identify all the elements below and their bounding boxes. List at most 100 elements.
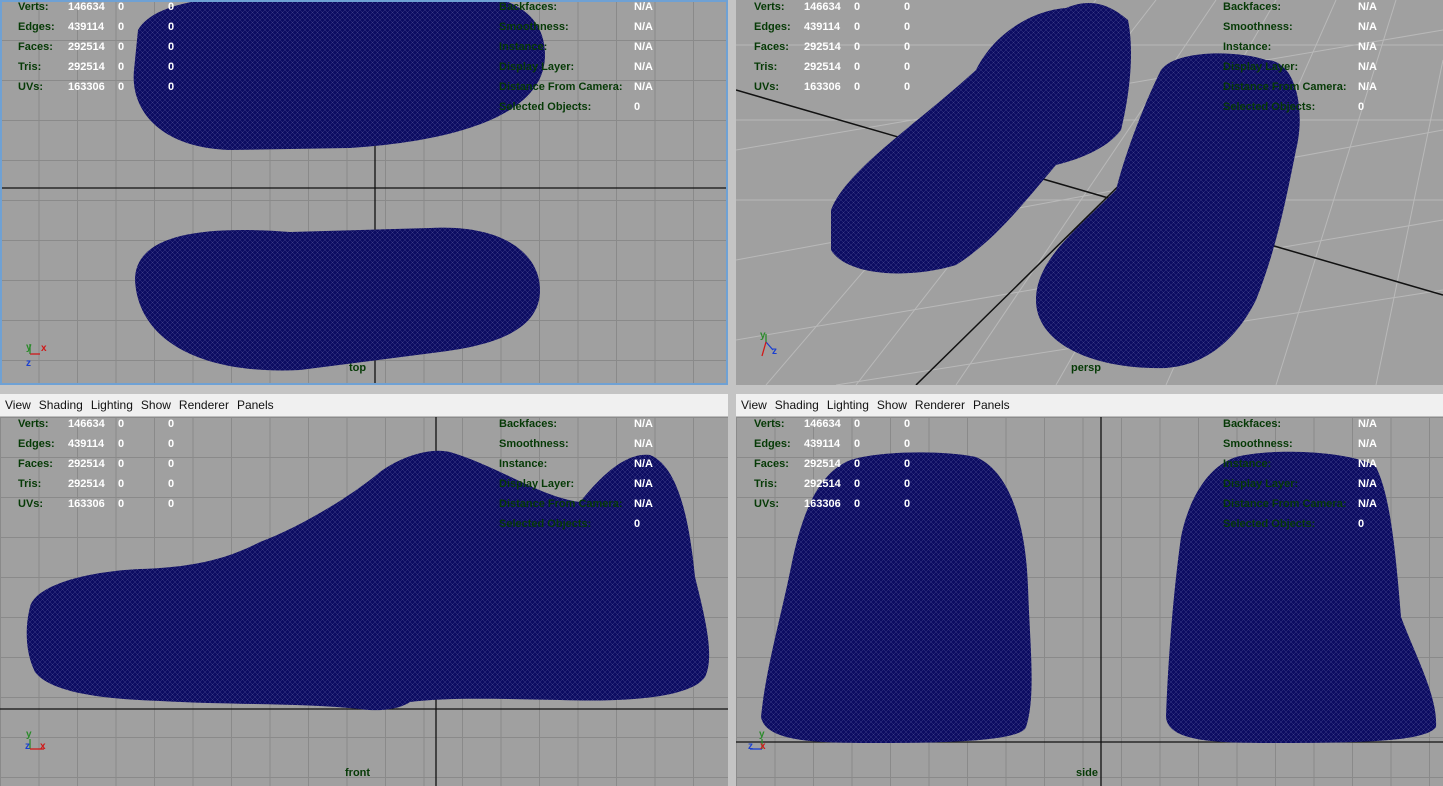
hud-stat-label: Verts:: [754, 418, 785, 430]
hud-stat-row: UVs: 163306 0 0: [18, 494, 188, 514]
hud-detail-row: Selected Objects: 0: [499, 514, 728, 534]
hud-stat-total: 439114: [804, 438, 841, 450]
hud-detail-value: N/A: [634, 1, 653, 13]
hud-stat-label: Tris:: [18, 478, 42, 490]
hud-detail-label: Distance From Camera:: [499, 498, 623, 510]
hud-poly-count-side: Verts: 146634 0 0 Edges: 439114 0 0 Faces: 292514…: [754, 417, 924, 514]
menu-show[interactable]: Show: [872, 394, 910, 416]
hud-detail-value: N/A: [634, 81, 653, 93]
hud-detail-value: N/A: [1358, 41, 1377, 53]
hud-stat-row: UVs: 163306 0 0: [754, 77, 924, 97]
hud-detail-label: Distance From Camera:: [499, 81, 623, 93]
viewport-side-canvas[interactable]: Verts: 146634 0 0 Edges: 439114 0 0 Faces: 292514…: [736, 417, 1443, 786]
hud-stat-selected: 0: [118, 1, 125, 13]
hud-stat-row: Verts: 146634 0 0: [18, 0, 188, 17]
hud-stat-row: Tris: 292514 0 0: [18, 57, 188, 77]
hud-detail-label: Distance From Camera:: [1223, 81, 1347, 93]
hud-stat-label: Tris:: [754, 61, 778, 73]
hud-detail-value: N/A: [1358, 81, 1377, 93]
hud-detail-label: Selected Objects:: [499, 101, 592, 113]
hud-detail-label: Backfaces:: [1223, 1, 1282, 13]
hud-detail-label: Smoothness:: [499, 438, 569, 450]
menu-view[interactable]: View: [736, 394, 770, 416]
viewport-panel-front[interactable]: View Shading Lighting Show Renderer Panels Ve…: [0, 394, 728, 786]
hud-detail-row: Smoothness: N/A: [499, 434, 728, 454]
viewport-top-canvas[interactable]: Verts: 146634 0 0 Edges: 439114 0 0 Faces: 292514…: [0, 0, 728, 385]
hud-stat-extra: 0: [168, 21, 175, 33]
hud-stat-selected: 0: [118, 478, 125, 490]
hud-stat-row: Tris: 292514 0 0: [754, 57, 924, 77]
hud-stat-selected: 0: [118, 498, 125, 510]
xyz-axis-icon: y x z: [26, 342, 47, 369]
menu-panels[interactable]: Panels: [968, 394, 1013, 416]
hud-detail-label: Display Layer:: [499, 61, 575, 73]
hud-stat-total: 146634: [804, 1, 841, 13]
menu-lighting[interactable]: Lighting: [822, 394, 872, 416]
viewport-front-canvas[interactable]: Verts: 146634 0 0 Edges: 439114 0 0 Faces: 292514…: [0, 417, 728, 786]
hud-stat-label: Faces:: [754, 458, 789, 470]
hud-stat-selected: 0: [854, 458, 861, 470]
hud-detail-value: 0: [634, 101, 641, 113]
hud-stat-row: Edges: 439114 0 0: [18, 17, 188, 37]
hud-stat-row: Verts: 146634 0 0: [18, 417, 188, 434]
hud-detail-row: Instance: N/A: [1223, 454, 1443, 474]
hud-detail-value: N/A: [1358, 438, 1377, 450]
camera-label-top: top: [349, 362, 367, 374]
menu-renderer[interactable]: Renderer: [910, 394, 968, 416]
hud-stat-extra: 0: [904, 61, 911, 73]
hud-stat-selected: 0: [854, 81, 861, 93]
viewport-panel-side[interactable]: View Shading Lighting Show Renderer Panels Ve…: [736, 394, 1443, 786]
hud-stat-selected: 0: [854, 41, 861, 53]
menu-lighting[interactable]: Lighting: [86, 394, 136, 416]
hud-detail-value: N/A: [1358, 498, 1377, 510]
hud-stat-row: Faces: 292514 0 0: [18, 454, 188, 474]
hud-stat-total: 292514: [804, 458, 841, 470]
hud-stat-row: UVs: 163306 0 0: [18, 77, 188, 97]
hud-detail-label: Backfaces:: [499, 1, 558, 13]
panel-splitter-horizontal[interactable]: [0, 385, 1443, 394]
hud-stat-row: Faces: 292514 0 0: [754, 454, 924, 474]
menu-view[interactable]: View: [0, 394, 34, 416]
menu-panels[interactable]: Panels: [232, 394, 277, 416]
viewport-panel-top[interactable]: Verts: 146634 0 0 Edges: 439114 0 0 Faces: 292514…: [0, 0, 728, 385]
hud-stat-extra: 0: [168, 41, 175, 53]
hud-detail-row: Distance From Camera: N/A: [1223, 494, 1443, 514]
hud-detail-value: N/A: [634, 438, 653, 450]
hud-stat-label: Faces:: [18, 41, 53, 53]
hud-detail-row: Display Layer: N/A: [1223, 474, 1443, 494]
viewport-persp-canvas[interactable]: Verts: 146634 0 0 Edges: 439114 0 0 Faces: 292514…: [736, 0, 1443, 385]
hud-detail-value: N/A: [1358, 21, 1377, 33]
hud-stat-total: 146634: [68, 418, 105, 430]
hud-stat-total: 292514: [804, 478, 841, 490]
hud-stat-total: 146634: [68, 1, 105, 13]
hud-stat-label: Tris:: [18, 61, 42, 73]
menu-shading[interactable]: Shading: [34, 394, 86, 416]
hud-object-details-front: Backfaces: N/A Smoothness: N/A Instance: N/A D…: [499, 417, 728, 534]
hud-detail-row: Distance From Camera: N/A: [499, 77, 728, 97]
menu-shading[interactable]: Shading: [770, 394, 822, 416]
viewport-panel-persp[interactable]: Verts: 146634 0 0 Edges: 439114 0 0 Faces: 292514…: [736, 0, 1443, 385]
hud-detail-value: N/A: [1358, 478, 1377, 490]
hud-detail-value: 0: [1358, 518, 1365, 530]
hud-poly-count-persp: Verts: 146634 0 0 Edges: 439114 0 0 Faces: 292514…: [754, 0, 924, 97]
hud-stat-total: 292514: [68, 478, 105, 490]
xyz-axis-icon: y z x: [25, 729, 46, 752]
menu-renderer[interactable]: Renderer: [174, 394, 232, 416]
hud-detail-value: N/A: [1358, 1, 1377, 13]
hud-stat-total: 292514: [68, 61, 105, 73]
hud-detail-row: Smoothness: N/A: [1223, 434, 1443, 454]
menu-show[interactable]: Show: [136, 394, 174, 416]
hud-stat-selected: 0: [854, 498, 861, 510]
hud-detail-row: Distance From Camera: N/A: [1223, 77, 1443, 97]
hud-stat-selected: 0: [118, 21, 125, 33]
hud-stat-selected: 0: [118, 438, 125, 450]
hud-detail-row: Distance From Camera: N/A: [499, 494, 728, 514]
hud-detail-label: Selected Objects:: [499, 518, 592, 530]
hud-stat-total: 439114: [68, 21, 105, 33]
hud-stat-extra: 0: [904, 81, 911, 93]
hud-detail-value: N/A: [1358, 458, 1377, 470]
hud-stat-extra: 0: [168, 438, 175, 450]
hud-detail-label: Smoothness:: [1223, 438, 1293, 450]
hud-stat-label: UVs:: [754, 498, 780, 510]
hud-stat-row: Edges: 439114 0 0: [18, 434, 188, 454]
